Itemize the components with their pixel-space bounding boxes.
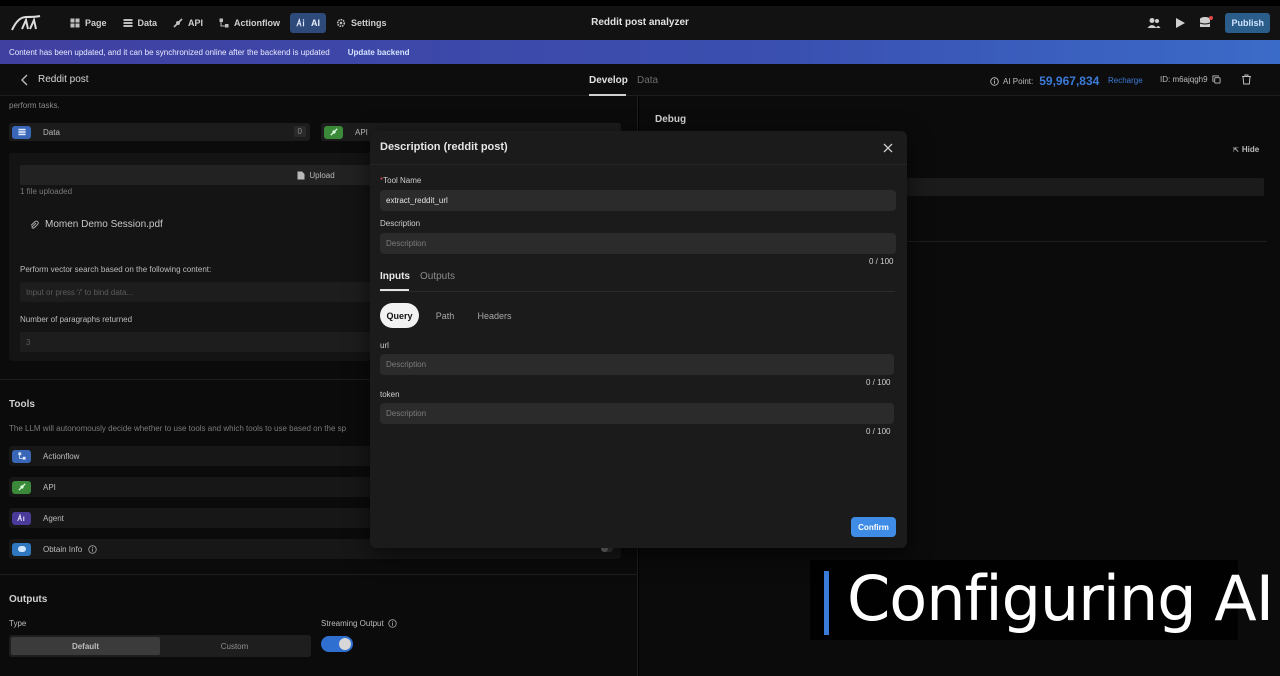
trash-icon[interactable] <box>1241 74 1252 85</box>
tab-develop[interactable]: Develop <box>589 75 628 86</box>
tool-name-label-text: Tool Name <box>383 176 422 185</box>
files-uploaded-count: 1 file uploaded <box>20 187 73 196</box>
param-char-count-token: 0 / 100 <box>866 427 891 436</box>
uploaded-file[interactable]: Momen Demo Session.pdf <box>29 219 163 230</box>
divider <box>907 241 1267 242</box>
info-icon <box>990 76 999 86</box>
api-icon <box>324 125 343 139</box>
param-description-input-token[interactable]: Description <box>380 403 894 424</box>
description-label: Description <box>380 219 421 228</box>
streaming-label: Streaming Output <box>321 619 384 628</box>
api-icon <box>12 480 31 494</box>
sub-header: Reddit post Develop Data AI Point: 59,96… <box>0 64 1280 96</box>
tab-inputs[interactable]: Inputs <box>380 271 410 282</box>
confirm-button[interactable]: Confirm <box>851 517 896 537</box>
data-icon <box>12 125 31 139</box>
param-name-token: token <box>380 390 400 399</box>
caption-accent-bar <box>824 571 829 635</box>
streaming-toggle[interactable] <box>321 636 353 652</box>
info-icon[interactable] <box>387 619 397 628</box>
tab-divider <box>380 291 895 292</box>
tool-name-label: *Tool Name <box>380 176 422 185</box>
tool-label: Agent <box>43 513 64 523</box>
tool-label: API <box>43 482 56 492</box>
ai-icon <box>12 511 31 525</box>
play-icon[interactable] <box>1173 16 1187 30</box>
copy-icon[interactable] <box>1212 75 1221 84</box>
users-icon[interactable] <box>1147 16 1161 30</box>
perform-text: perform tasks. <box>9 101 60 110</box>
type-label: Type <box>9 619 27 628</box>
info-icon[interactable] <box>88 544 97 554</box>
update-banner: Content has been updated, and it can be … <box>0 40 1280 64</box>
update-backend-button[interactable]: Update backend <box>348 48 410 57</box>
collapse-icon: ⇱ <box>1233 147 1239 154</box>
vector-search-label: Perform vector search based on the follo… <box>20 265 212 274</box>
video-caption: Configuring AI <box>810 560 1274 640</box>
toggle-icon <box>12 542 31 556</box>
type-default-option[interactable]: Default <box>11 637 160 655</box>
agent-id-text: ID: m6ajqgh9 <box>1160 75 1208 84</box>
database-icon[interactable] <box>1199 16 1214 30</box>
data-chip-count: 0 <box>293 126 306 137</box>
tools-description: The LLM will autonomously decide whether… <box>9 424 347 433</box>
agent-title: Reddit post <box>38 74 89 85</box>
tools-title: Tools <box>9 399 35 410</box>
tool-label: Actionflow <box>43 451 80 461</box>
tab-outputs[interactable]: Outputs <box>420 271 455 282</box>
pill-headers[interactable]: Headers <box>470 303 519 328</box>
pill-query[interactable]: Query <box>380 303 419 328</box>
modal-title: Description (reddit post) <box>380 141 508 153</box>
ai-point-label: AI Point: <box>1003 76 1034 86</box>
pill-path[interactable]: Path <box>429 303 461 328</box>
description-input[interactable]: Description <box>380 233 896 254</box>
nav-right-actions: Publish <box>1147 13 1270 33</box>
description-char-count: 0 / 100 <box>869 257 894 266</box>
data-source-row[interactable]: Data 0 <box>9 123 310 141</box>
file-name: Momen Demo Session.pdf <box>45 219 163 230</box>
upload-label: Upload <box>309 170 335 180</box>
api-chip-label: API <box>355 127 368 137</box>
tool-description-modal: Description (reddit post) *Tool Name ext… <box>370 131 907 548</box>
recharge-link[interactable]: Recharge <box>1108 76 1143 85</box>
top-navbar: Page Data API Actionflow AI Settings Red… <box>0 6 1280 40</box>
paragraphs-label: Number of paragraphs returned <box>20 315 133 324</box>
close-icon[interactable] <box>882 142 894 154</box>
hide-button[interactable]: ⇱ Hide <box>1233 145 1259 154</box>
project-title: Reddit post analyzer <box>591 17 689 28</box>
agent-id: ID: m6ajqgh9 <box>1160 75 1221 84</box>
ai-point-value: 59,967,834 <box>1039 74 1100 88</box>
file-icon <box>297 171 305 179</box>
tab-data[interactable]: Data <box>637 75 658 86</box>
ai-point: AI Point: 59,967,834 <box>990 74 1099 88</box>
output-type-segmented: Default Custom <box>9 635 311 657</box>
outputs-title: Outputs <box>9 594 48 605</box>
publish-button[interactable]: Publish <box>1225 13 1270 33</box>
param-name-url: url <box>380 341 389 350</box>
caption-text: Configuring AI <box>847 562 1274 635</box>
paperclip-icon <box>30 220 39 229</box>
actionflow-icon <box>12 449 31 463</box>
modal-divider <box>370 164 907 165</box>
back-arrow-icon[interactable] <box>20 74 30 86</box>
param-char-count-url: 0 / 100 <box>866 378 891 387</box>
hide-label: Hide <box>1241 145 1260 154</box>
param-description-input-url[interactable]: Description <box>380 354 894 375</box>
debug-input-bar[interactable] <box>907 178 1264 196</box>
type-custom-option[interactable]: Custom <box>160 637 309 655</box>
streaming-output: Streaming Output <box>321 619 397 628</box>
tool-label: Obtain Info <box>43 544 83 554</box>
debug-title: Debug <box>655 114 687 125</box>
data-chip-label: Data <box>43 127 60 137</box>
divider <box>0 574 638 575</box>
tool-name-input[interactable]: extract_reddit_url <box>380 190 896 211</box>
banner-message: Content has been updated, and it can be … <box>9 47 330 57</box>
